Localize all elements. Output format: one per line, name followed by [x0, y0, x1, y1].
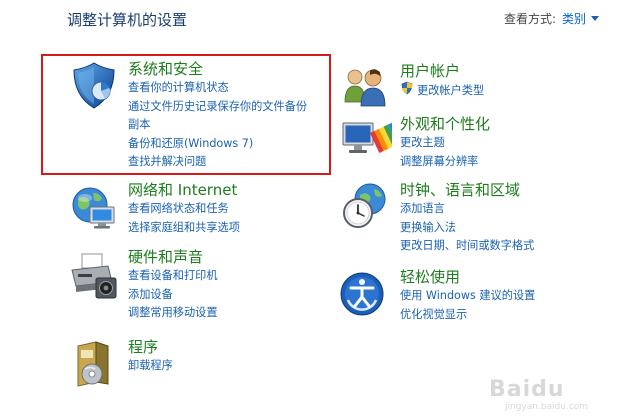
link-optimize-visual-display[interactable]: 优化视觉显示	[400, 306, 620, 325]
category-title-hardware-sound[interactable]: 硬件和声音	[128, 248, 348, 267]
link-screen-resolution[interactable]: 调整屏幕分辨率	[400, 153, 620, 172]
link-add-device[interactable]: 添加设备	[128, 286, 348, 305]
link-mobility-settings[interactable]: 调整常用移动设置	[128, 304, 348, 323]
link-uninstall-program[interactable]: 卸载程序	[128, 357, 348, 376]
link-change-account-type-label: 更改帐户类型	[417, 84, 485, 97]
page-title: 调整计算机的设置	[67, 11, 188, 29]
category-title-appearance[interactable]: 外观和个性化	[400, 115, 620, 134]
link-network-status[interactable]: 查看网络状态和任务	[128, 200, 348, 219]
highlight-box	[41, 54, 331, 175]
view-by-value: 类别	[561, 12, 586, 26]
link-homegroup-sharing[interactable]: 选择家庭组和共享选项	[128, 219, 348, 238]
view-by-label: 查看方式:	[503, 12, 556, 26]
category-title-network-internet[interactable]: 网络和 Internet	[128, 181, 348, 200]
baidu-watermark: Baidu jingyan.baidu.com	[489, 377, 589, 412]
view-by: 查看方式: 类别	[504, 10, 599, 27]
network-globe-icon[interactable]	[68, 181, 120, 233]
link-change-theme[interactable]: 更改主题	[400, 134, 620, 153]
category-title-programs[interactable]: 程序	[128, 338, 348, 357]
link-date-time-number-format[interactable]: 更改日期、时间或数字格式	[400, 237, 620, 256]
clock-globe-icon[interactable]	[340, 181, 392, 233]
link-change-input-method[interactable]: 更换输入法	[400, 219, 620, 238]
printer-icon[interactable]	[68, 248, 120, 300]
link-devices-printers[interactable]: 查看设备和打印机	[128, 267, 348, 286]
link-change-account-type[interactable]: 更改帐户类型	[400, 81, 620, 102]
link-add-language[interactable]: 添加语言	[400, 200, 620, 219]
appearance-monitor-icon[interactable]	[340, 115, 402, 167]
ease-of-access-icon[interactable]	[340, 268, 392, 320]
users-icon[interactable]	[340, 62, 392, 114]
programs-box-icon[interactable]	[68, 338, 120, 390]
category-title-clock-language-region[interactable]: 时钟、语言和区域	[400, 181, 620, 200]
uac-shield-icon	[400, 81, 414, 102]
view-by-dropdown[interactable]: 类别	[562, 10, 599, 27]
category-title-user-accounts[interactable]: 用户帐户	[400, 62, 620, 81]
chevron-down-icon	[591, 16, 599, 21]
link-windows-suggested-settings[interactable]: 使用 Windows 建议的设置	[400, 287, 620, 306]
category-title-ease-of-access[interactable]: 轻松使用	[400, 268, 620, 287]
